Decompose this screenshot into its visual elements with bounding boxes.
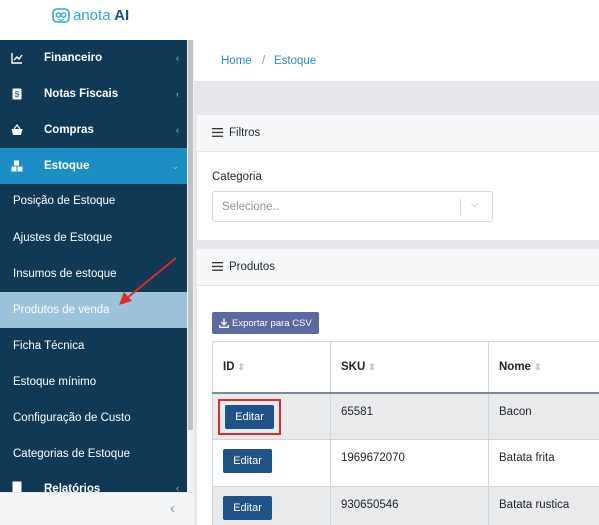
column-header-id[interactable]: ID ⇕: [212, 341, 331, 394]
edit-button[interactable]: Editar: [223, 449, 272, 473]
filters-card: Filtros Categoria Selecione.. ⌵: [197, 115, 599, 240]
products-table: ID ⇕ SKU ⇕ Nome ⇕ Editar 65581 Bacon Editar…: [212, 341, 599, 525]
sidebar-item-label: Estoque: [44, 160, 90, 172]
download-icon: [219, 318, 229, 328]
breadcrumb-home-link[interactable]: Home: [221, 55, 252, 67]
name-cell: Batata frita: [488, 439, 599, 487]
column-header-sku[interactable]: SKU ⇕: [330, 341, 489, 394]
edit-button[interactable]: Editar: [225, 404, 274, 429]
boxes-icon: [11, 160, 23, 172]
breadcrumb-current[interactable]: Estoque: [274, 55, 316, 67]
sidebar: Financeiro ‹ $ Notas Fiscais ‹ Compras ‹…: [0, 40, 187, 525]
category-label: Categoria: [212, 171, 262, 183]
hamburger-icon: [212, 262, 223, 271]
sidebar-subitem-insumos-de-estoque[interactable]: Insumos de estoque: [0, 256, 187, 292]
main-content: Home / Estoque Filtros Categoria Selecio…: [194, 40, 599, 525]
top-logo-bar: anota AI: [0, 0, 599, 40]
sidebar-subitem-label: Posição de Estoque: [13, 195, 116, 207]
chart-line-icon: [11, 52, 23, 64]
id-cell: Editar: [212, 486, 331, 525]
select-divider: [460, 199, 461, 215]
sidebar-subitem-label: Produtos de venda: [13, 304, 110, 316]
sort-icon[interactable]: ⇕: [238, 362, 246, 372]
table-row: Editar 65581 Bacon: [212, 392, 599, 440]
sku-cell: 930650546: [330, 486, 489, 525]
sidebar-scrollbar-thumb[interactable]: [188, 40, 193, 430]
edit-button[interactable]: Editar: [223, 496, 272, 520]
category-select-placeholder: Selecione..: [222, 201, 279, 213]
products-card: Produtos Exportar para CSV ID ⇕ SKU ⇕ Nome…: [197, 249, 599, 525]
logo-mascot-icon: [52, 8, 70, 23]
sidebar-item-label: Notas Fiscais: [44, 88, 119, 100]
highlight-box: Editar: [218, 398, 281, 435]
chevron-down-icon[interactable]: ⌵: [471, 199, 479, 210]
sidebar-subitem-ajustes-de-estoque[interactable]: Ajustes de Estoque: [0, 220, 187, 256]
breadcrumb-separator: /: [262, 55, 266, 67]
sidebar-subitem-label: Configuração de Custo: [13, 412, 131, 424]
chevron-left-icon: ‹: [176, 89, 179, 99]
sidebar-item-notas-fiscais[interactable]: $ Notas Fiscais ‹: [0, 76, 187, 112]
column-header-nome[interactable]: Nome ⇕: [488, 341, 599, 394]
sidebar-subitem-configuracao-de-custo[interactable]: Configuração de Custo: [0, 400, 187, 436]
chevron-left-icon[interactable]: ‹: [170, 500, 175, 517]
sidebar-item-estoque[interactable]: Estoque ⌄: [0, 148, 187, 184]
sidebar-subitem-label: Ajustes de Estoque: [13, 232, 113, 244]
sidebar-subitem-produtos-de-venda[interactable]: Produtos de venda: [0, 292, 187, 328]
sidebar-subitem-posicao-de-estoque[interactable]: Posição de Estoque: [0, 184, 187, 220]
table-row: Editar 930650546 Batata rustica: [212, 486, 599, 525]
table-header-row: ID ⇕ SKU ⇕ Nome ⇕: [212, 341, 599, 394]
chevron-down-icon: ⌄: [171, 160, 179, 171]
sidebar-subitem-ficha-tecnica[interactable]: Ficha Técnica: [0, 328, 187, 364]
id-cell: Editar: [212, 392, 331, 440]
name-cell: Bacon: [488, 392, 599, 440]
sidebar-collapse-bar[interactable]: ‹: [0, 492, 194, 525]
products-title: Produtos: [229, 261, 276, 273]
hamburger-icon: [212, 128, 223, 137]
sku-cell: 1969672070: [330, 439, 489, 487]
chevron-left-icon: ‹: [176, 53, 179, 63]
sidebar-item-compras[interactable]: Compras ‹: [0, 112, 187, 148]
category-select[interactable]: Selecione.. ⌵: [212, 191, 493, 222]
sidebar-subitem-estoque-minimo[interactable]: Estoque mínimo: [0, 364, 187, 400]
sidebar-item-financeiro[interactable]: Financeiro ‹: [0, 40, 187, 76]
filters-card-header[interactable]: Filtros: [197, 115, 599, 152]
export-csv-button[interactable]: Exportar para CSV: [212, 312, 319, 334]
invoice-icon: $: [11, 88, 23, 100]
sidebar-subitem-categorias-de-estoque[interactable]: Categorias de Estoque: [0, 436, 187, 472]
breadcrumb: Home / Estoque: [194, 40, 599, 82]
sidebar-subitem-label: Categorias de Estoque: [13, 448, 130, 460]
basket-icon: [11, 124, 23, 136]
sidebar-subitem-label: Estoque mínimo: [13, 376, 97, 388]
sort-icon[interactable]: ⇕: [368, 362, 376, 372]
svg-text:$: $: [15, 90, 20, 99]
sidebar-item-label: Compras: [44, 124, 94, 136]
anota-ai-logo[interactable]: anota AI: [52, 6, 129, 24]
sidebar-subitem-label: Insumos de estoque: [13, 268, 117, 280]
filters-title: Filtros: [229, 127, 261, 139]
sidebar-item-label: Financeiro: [44, 52, 103, 64]
sku-cell: 65581: [330, 392, 489, 440]
name-cell: Batata rustica: [488, 486, 599, 525]
logo-text: anota AI: [73, 6, 130, 24]
sort-icon[interactable]: ⇕: [534, 362, 542, 372]
id-cell: Editar: [212, 439, 331, 487]
sidebar-subitem-label: Ficha Técnica: [13, 340, 85, 352]
products-card-header[interactable]: Produtos: [197, 249, 599, 286]
export-csv-label: Exportar para CSV: [232, 317, 312, 329]
chevron-left-icon: ‹: [176, 125, 179, 135]
table-row: Editar 1969672070 Batata frita: [212, 439, 599, 487]
